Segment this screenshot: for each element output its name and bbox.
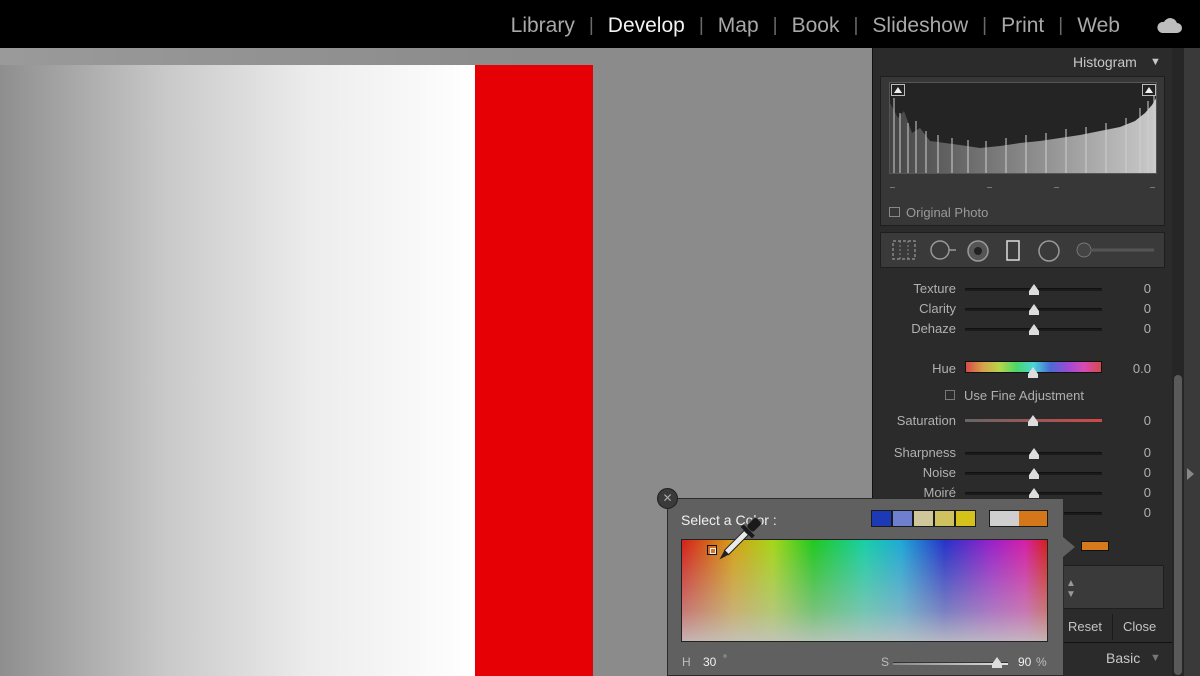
module-web[interactable]: Web (1063, 14, 1134, 38)
module-book[interactable]: Book (778, 14, 854, 38)
mask-color-swatch[interactable] (1081, 541, 1109, 551)
color-picker-pointer (1063, 537, 1075, 557)
hue-field-value[interactable]: 30 (703, 655, 716, 669)
preset-swatch[interactable] (935, 511, 954, 526)
module-slideshow[interactable]: Slideshow (858, 14, 982, 38)
module-map[interactable]: Map (704, 14, 773, 38)
hue-slider-thumb[interactable] (1028, 367, 1038, 378)
red-eye-icon[interactable] (966, 240, 990, 262)
eyedropper-icon (719, 517, 762, 560)
adjustment-slider-thumb[interactable] (1028, 304, 1039, 315)
module-bar: Library | Develop | Map | Book | Slidesh… (0, 0, 1200, 48)
panel-scrollbar-thumb[interactable] (1174, 375, 1182, 675)
detail-value: 0 (1143, 445, 1151, 460)
saturation-field-value[interactable]: 90 (1018, 655, 1031, 669)
module-develop[interactable]: Develop (594, 14, 699, 38)
adjustment-label: Dehaze (911, 321, 956, 336)
preset-swatch[interactable] (872, 511, 891, 526)
updown-arrows-icon[interactable]: ▲ ▼ (1066, 578, 1076, 600)
detail-value: 0 (1143, 465, 1151, 480)
panel-divider (1060, 642, 1172, 643)
histogram-graph (890, 93, 1156, 173)
preset-swatches (871, 510, 976, 527)
selected-color (1018, 511, 1047, 526)
adjustment-slider-thumb[interactable] (1028, 284, 1039, 295)
histogram-tick (987, 187, 992, 188)
preset-swatch[interactable] (956, 511, 975, 526)
basic-panel-title[interactable]: Basic (1106, 650, 1140, 666)
radial-filter-icon[interactable] (1037, 240, 1061, 262)
button-divider (1112, 614, 1113, 640)
graduated-filter-icon[interactable] (1005, 240, 1021, 262)
module-print[interactable]: Print (987, 14, 1058, 38)
histogram-tick (1054, 187, 1059, 188)
module-library[interactable]: Library (497, 14, 589, 38)
adjustment-value: 0 (1143, 321, 1151, 336)
highlight-clipping-indicator-icon[interactable] (1142, 84, 1156, 96)
saturation-label: Saturation (896, 413, 956, 428)
panel-collapse-arrow-icon[interactable] (1187, 468, 1194, 480)
adjustment-brush-icon[interactable] (1074, 240, 1158, 262)
histogram-fill (890, 98, 1156, 173)
spot-removal-icon[interactable] (929, 240, 959, 260)
cloud-icon[interactable] (1156, 16, 1182, 34)
reset-button[interactable]: Reset (1068, 619, 1102, 634)
module-picker: Library | Develop | Map | Book | Slidesh… (497, 0, 1134, 52)
close-icon[interactable]: ✕ (657, 488, 678, 509)
hue-label: Hue (932, 361, 956, 376)
adjustment-slider-thumb[interactable] (1028, 324, 1039, 335)
previous-color (990, 511, 1019, 526)
adjustment-label: Clarity (919, 301, 956, 316)
detail-slider-thumb[interactable] (1028, 448, 1039, 459)
saturation-field-label: S (881, 655, 890, 669)
detail-label: Noise (922, 465, 956, 480)
detail-slider-thumb[interactable] (1028, 468, 1039, 479)
photo-gradient-area[interactable] (0, 65, 475, 676)
fine-adjustment-checkbox[interactable] (945, 390, 955, 400)
close-button[interactable]: Close (1123, 619, 1156, 634)
saturation-value: 0 (1143, 413, 1151, 428)
fine-adjustment-label: Use Fine Adjustment (964, 388, 1084, 403)
preset-swatch[interactable] (893, 511, 912, 526)
adjustment-label: Texture (913, 281, 956, 296)
detail-label: Sharpness (893, 445, 956, 460)
adjustment-value: 0 (1143, 281, 1151, 296)
detail-slider-thumb[interactable] (1028, 488, 1039, 499)
current-color-preview (989, 510, 1048, 527)
canvas-top-strip (0, 48, 872, 65)
photo-red-block[interactable] (475, 65, 593, 676)
basic-panel-collapse-icon[interactable]: ▼ (1150, 652, 1161, 664)
saturation-slider-thumb[interactable] (1028, 415, 1038, 426)
crop-overlay-icon[interactable] (892, 240, 916, 260)
hue-field-label: H (682, 655, 691, 669)
original-photo-checkbox[interactable] (889, 207, 900, 217)
hue-value: 0.0 (1132, 361, 1151, 376)
histogram-collapse-icon[interactable]: ▼ (1150, 56, 1161, 68)
detail-value: 0 (1143, 485, 1151, 500)
histogram-tick (1150, 187, 1155, 188)
preset-swatch[interactable] (914, 511, 933, 526)
hue-field-unit: ° (723, 654, 727, 665)
histogram-plot[interactable] (889, 82, 1157, 174)
original-photo-label: Original Photo (906, 205, 989, 220)
saturation-field-unit: % (1036, 655, 1047, 669)
histogram-title[interactable]: Histogram (1073, 54, 1137, 70)
detail-value: 0 (1143, 505, 1151, 520)
shadow-clipping-indicator-icon[interactable] (891, 84, 905, 96)
saturation-field-thumb[interactable] (991, 657, 1002, 668)
adjustment-value: 0 (1143, 301, 1151, 316)
histogram-tick (890, 187, 895, 188)
